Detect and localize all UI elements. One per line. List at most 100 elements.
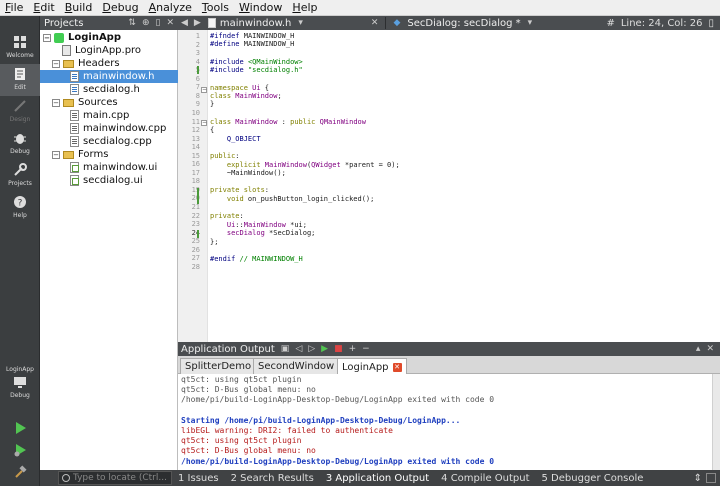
tab-secondwindow[interactable]: SecondWindow <box>253 358 340 374</box>
stop-icon[interactable]: ▣ <box>281 344 290 354</box>
progress-details-icon[interactable] <box>706 472 716 483</box>
qt-project-icon <box>54 32 64 43</box>
menu-build[interactable]: Build <box>60 0 98 16</box>
code-line: Q_OBJECT <box>226 135 261 143</box>
tree-item-pro-file[interactable]: LoginApp.pro <box>40 44 178 57</box>
projects-pane-title: Projects <box>44 17 84 29</box>
toggle-output-arrows-icon[interactable]: ⇕ <box>694 473 702 484</box>
close-document-icon[interactable]: ✕ <box>368 18 382 28</box>
edit-document-icon <box>15 68 25 80</box>
mode-help[interactable]: ? Help <box>0 192 40 224</box>
pane-button-search-results[interactable]: 2 Search Results <box>225 473 320 484</box>
tree-item-mainwindow-h[interactable]: mainwindow.h <box>40 70 178 83</box>
folder-icon <box>63 150 74 159</box>
debug-run-button[interactable] <box>0 440 40 460</box>
fold-marker[interactable]: − <box>201 87 207 93</box>
collapse-icon[interactable]: − <box>52 59 60 68</box>
mode-edit[interactable]: Edit <box>0 64 40 96</box>
form-file-icon <box>70 175 79 186</box>
close-tab-icon[interactable]: ✕ <box>392 362 402 372</box>
code-line: explicit MainWindow(QWidget *parent = 0)… <box>226 161 400 169</box>
change-marker <box>197 230 199 238</box>
output-pane-title: Application Output <box>181 343 275 355</box>
collapse-icon[interactable]: − <box>52 150 60 159</box>
menu-help[interactable]: Help <box>287 0 322 16</box>
menu-edit[interactable]: Edit <box>28 0 59 16</box>
tree-project-root[interactable]: − LoginApp <box>40 31 178 44</box>
output-line: qt5ct: using qt5ct plugin <box>181 436 302 446</box>
menu-debug[interactable]: Debug <box>97 0 143 16</box>
locator-input[interactable]: Type to locate (Ctrl... <box>58 471 172 485</box>
rerun-icon[interactable]: ▶ <box>321 344 328 354</box>
output-scrollbar[interactable] <box>712 374 720 470</box>
tree-item-label: main.cpp <box>83 110 130 121</box>
tab-loginapp[interactable]: LoginApp ✕ <box>337 358 407 375</box>
output-tabs: SplitterDemo SecondWindow LoginApp ✕ <box>178 356 720 375</box>
menu-analyze[interactable]: Analyze <box>144 0 197 16</box>
menu-file[interactable]: File <box>0 0 28 16</box>
code-line: namespace Ui { <box>210 84 270 92</box>
mode-design[interactable]: Design <box>0 96 40 128</box>
stop-run-icon[interactable]: ■ <box>334 344 343 354</box>
code-line: { <box>210 126 215 134</box>
tree-item-main-cpp[interactable]: main.cpp <box>40 109 178 122</box>
tree-folder-forms[interactable]: − Forms <box>40 148 178 161</box>
add-icon[interactable]: + <box>349 344 357 354</box>
pane-button-application-output[interactable]: 3 Application Output <box>320 473 435 484</box>
current-symbol: SecDialog: secDialog * <box>407 17 521 29</box>
menu-tools[interactable]: Tools <box>197 0 234 16</box>
build-button[interactable] <box>0 462 40 482</box>
pane-button-compile-output[interactable]: 4 Compile Output <box>435 473 535 484</box>
collapse-icon[interactable]: − <box>52 98 60 107</box>
tree-item-mainwindow-cpp[interactable]: mainwindow.cpp <box>40 122 178 135</box>
pane-button-debugger-console[interactable]: 5 Debugger Console <box>536 473 650 484</box>
target-selector[interactable]: LoginApp Debug <box>0 365 40 409</box>
form-file-icon <box>70 162 79 173</box>
fold-marker[interactable]: − <box>201 120 207 126</box>
split-icon[interactable]: ▯ <box>156 18 161 28</box>
close-pane-icon[interactable]: ✕ <box>166 18 174 28</box>
line-number: 15 <box>191 151 200 160</box>
run-button[interactable] <box>0 418 40 438</box>
target-config-label: Debug <box>10 392 30 399</box>
file-selector[interactable]: mainwindow.h ▾ <box>220 18 306 29</box>
output-pane-header: Application Output ▣ ◁ ▷ ▶ ■ + − ▴ ✕ <box>178 342 720 356</box>
collapse-icon[interactable]: − <box>43 33 51 42</box>
output-line: /home/pi/build-LoginApp-Desktop-Debug/Lo… <box>181 456 495 466</box>
tree-item-secdialog-h[interactable]: secdialog.h <box>40 83 178 96</box>
monitor-icon <box>14 377 26 388</box>
filter-icon[interactable]: ⇅ <box>128 18 136 28</box>
symbol-selector[interactable]: ◆ SecDialog: secDialog * ▾ <box>390 18 535 29</box>
mode-welcome[interactable]: Welcome <box>0 32 40 64</box>
output-line: libEGL warning: DRI2: failed to authenti… <box>181 426 393 435</box>
code-line: class MainWindow; <box>210 92 282 100</box>
help-icon: ? <box>14 196 26 209</box>
link-icon[interactable]: ⊕ <box>142 18 150 28</box>
mode-debug[interactable]: Debug <box>0 128 40 160</box>
split-editor-icon[interactable]: ▯ <box>708 18 714 29</box>
tree-item-secdialog-cpp[interactable]: secdialog.cpp <box>40 135 178 148</box>
tree-folder-sources[interactable]: − Sources <box>40 96 178 109</box>
hash-label[interactable]: # <box>606 18 614 29</box>
editor-toolbar: ◀ ▶ mainwindow.h ▾ ✕ ◆ SecDialog: secDia… <box>178 16 720 30</box>
tree-item-secdialog-ui[interactable]: secdialog.ui <box>40 174 178 187</box>
remove-icon[interactable]: − <box>362 344 370 354</box>
code-line: #ifndef MAINWINDOW_H <box>210 32 295 40</box>
tree-item-mainwindow-ui[interactable]: mainwindow.ui <box>40 161 178 174</box>
mode-projects-label: Projects <box>8 180 32 187</box>
close-pane-icon[interactable]: ✕ <box>706 344 714 354</box>
mode-projects[interactable]: Projects <box>0 160 40 192</box>
nav-back-icon[interactable]: ◀ <box>178 18 191 28</box>
pane-button-issues[interactable]: 1 Issues <box>172 473 225 484</box>
tab-splitterdemo[interactable]: SplitterDemo <box>180 358 257 374</box>
tree-folder-headers[interactable]: − Headers <box>40 57 178 70</box>
next-icon[interactable]: ▷ <box>308 344 315 354</box>
line-number: 18 <box>191 177 200 186</box>
grid-icon <box>14 36 26 48</box>
nav-forward-icon[interactable]: ▶ <box>191 18 204 28</box>
project-tree: − LoginApp LoginApp.pro − Headers mainwi… <box>40 30 178 470</box>
menu-window[interactable]: Window <box>234 0 287 16</box>
maximize-icon[interactable]: ▴ <box>696 344 701 354</box>
prev-icon[interactable]: ◁ <box>295 344 302 354</box>
output-line: qt5ct: using qt5ct plugin <box>181 375 302 384</box>
